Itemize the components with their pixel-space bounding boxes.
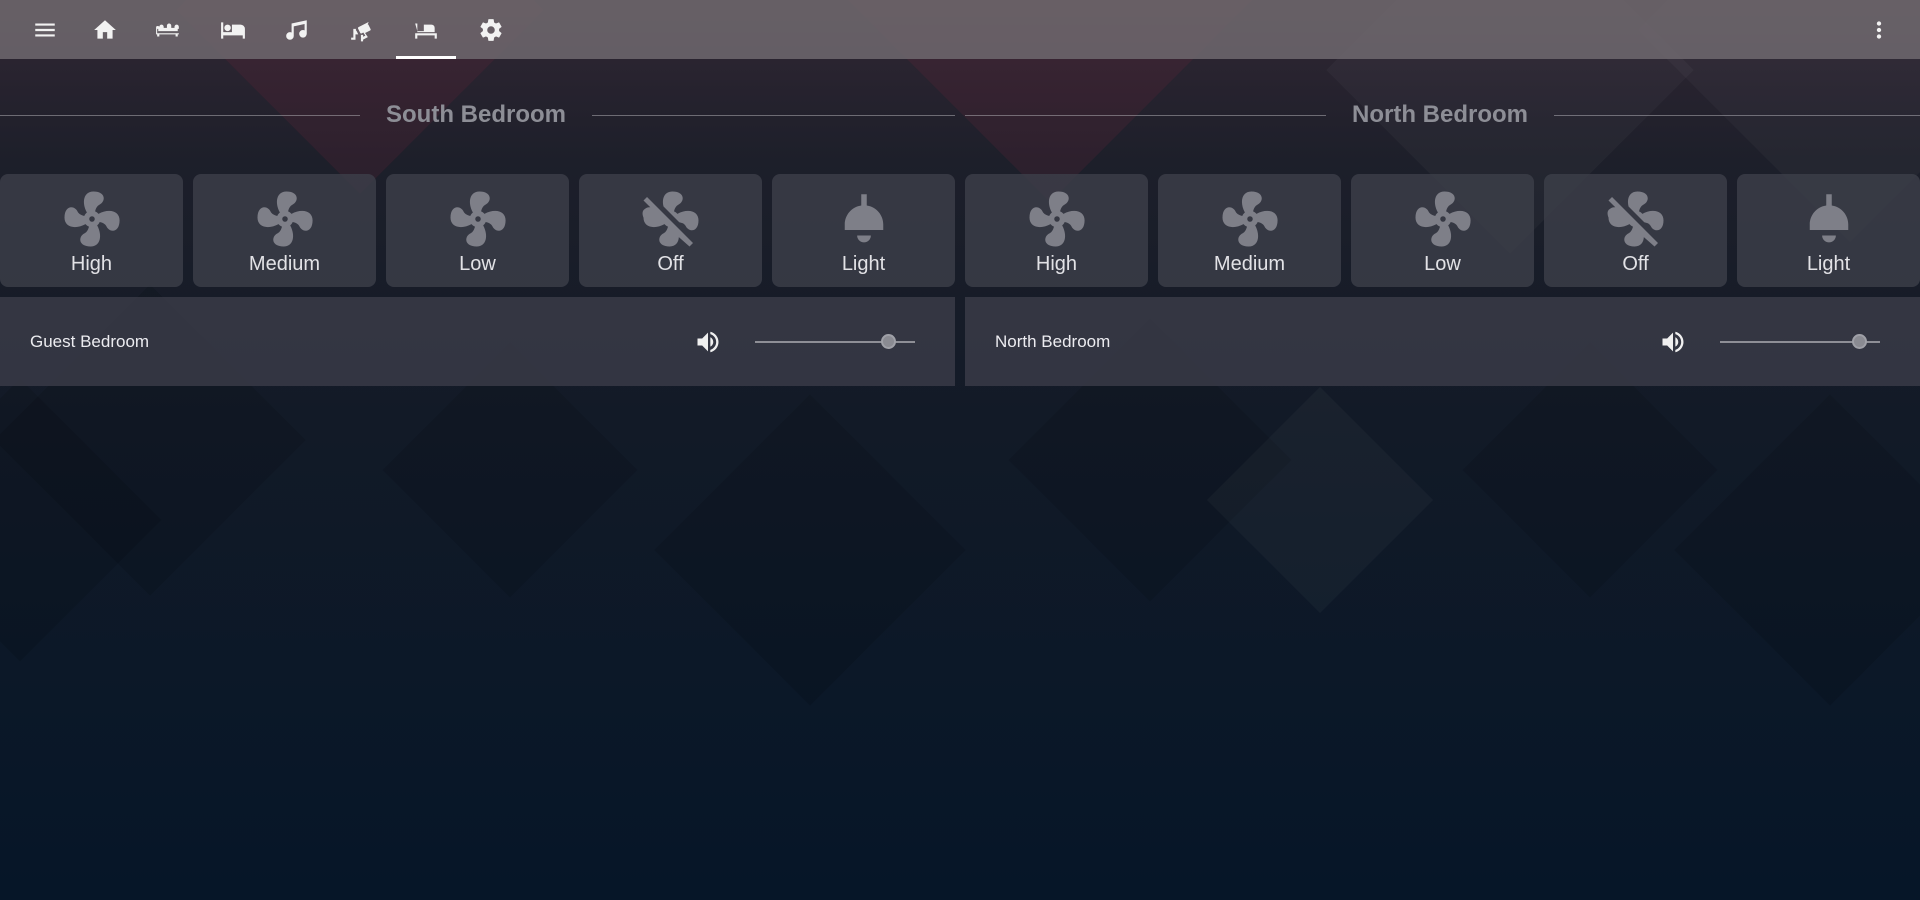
fan-off-button[interactable]: Off xyxy=(1544,174,1727,287)
fan-off-icon xyxy=(638,186,704,252)
menu-button[interactable] xyxy=(15,0,75,59)
home-icon xyxy=(94,19,116,39)
section-title: North Bedroom xyxy=(1352,101,1528,128)
tile-label: Low xyxy=(459,253,496,275)
fan-control-row: High Medium Low Off Light xyxy=(965,174,1920,287)
volume-icon xyxy=(1659,328,1687,356)
tile-label: Medium xyxy=(248,253,321,275)
fan-high-button[interactable]: High xyxy=(965,174,1148,287)
tab-living-room[interactable] xyxy=(138,0,198,59)
section-header: South Bedroom xyxy=(0,95,955,135)
fan-low-button[interactable]: Low xyxy=(1351,174,1534,287)
dots-vertical-icon xyxy=(1876,20,1882,39)
fan-medium-button[interactable]: Medium xyxy=(1158,174,1341,287)
fan-icon xyxy=(1410,186,1476,252)
light-button[interactable]: Light xyxy=(772,174,955,287)
south-bedroom-section: South Bedroom High Medium Low Off Light … xyxy=(0,59,955,389)
fan-off-icon xyxy=(1603,186,1669,252)
section-header: North Bedroom xyxy=(965,95,1920,135)
fan-low-button[interactable]: Low xyxy=(386,174,569,287)
ceiling-light-icon xyxy=(831,186,897,252)
fan-high-button[interactable]: High xyxy=(0,174,183,287)
tab-cameras[interactable] xyxy=(332,0,392,59)
fan-control-row: High Medium Low Off Light xyxy=(0,174,955,287)
divider-line xyxy=(1554,114,1920,116)
tile-label: Off xyxy=(1622,253,1649,275)
bed-icon xyxy=(221,21,245,39)
sofa-icon xyxy=(156,23,179,36)
light-button[interactable]: Light xyxy=(1737,174,1920,287)
fan-icon xyxy=(59,186,125,252)
tile-label: Low xyxy=(1424,253,1461,275)
volume-button[interactable] xyxy=(1659,328,1687,356)
more-options-button[interactable] xyxy=(1864,0,1894,59)
media-player-card: Guest Bedroom xyxy=(0,297,955,386)
volume-slider-thumb[interactable] xyxy=(1852,334,1868,349)
media-player-card: North Bedroom xyxy=(965,297,1920,386)
tile-label: Light xyxy=(1806,253,1851,275)
cctv-icon xyxy=(351,21,371,41)
divider-line xyxy=(592,114,955,116)
divider-line xyxy=(965,114,1326,116)
fan-icon xyxy=(445,186,511,252)
fan-off-button[interactable]: Off xyxy=(579,174,762,287)
music-icon xyxy=(286,19,307,40)
bed-empty-icon xyxy=(415,23,437,39)
tab-music[interactable] xyxy=(267,0,327,59)
section-title: South Bedroom xyxy=(386,101,566,128)
volume-icon xyxy=(694,328,722,356)
tab-bedrooms[interactable] xyxy=(396,0,456,59)
tab-settings[interactable] xyxy=(461,0,521,59)
top-toolbar xyxy=(0,0,1920,59)
tile-label: Light xyxy=(841,253,886,275)
divider-line xyxy=(0,114,360,116)
media-player-name: Guest Bedroom xyxy=(30,331,150,351)
tab-home[interactable] xyxy=(75,0,135,59)
tab-bedroom-1[interactable] xyxy=(203,0,263,59)
fan-medium-button[interactable]: Medium xyxy=(193,174,376,287)
ceiling-light-icon xyxy=(1796,186,1862,252)
tile-label: High xyxy=(70,253,113,275)
north-bedroom-section: North Bedroom High Medium Low Off Light … xyxy=(965,59,1920,389)
gear-icon xyxy=(480,18,502,41)
volume-button[interactable] xyxy=(694,328,722,356)
volume-slider-thumb[interactable] xyxy=(880,334,896,349)
media-player-name: North Bedroom xyxy=(995,331,1111,351)
tile-label: Medium xyxy=(1213,253,1286,275)
volume-slider[interactable] xyxy=(755,334,915,349)
fan-icon xyxy=(1024,186,1090,252)
fan-icon xyxy=(252,186,318,252)
hamburger-menu-icon xyxy=(35,23,55,36)
volume-slider[interactable] xyxy=(1720,334,1880,349)
tile-label: High xyxy=(1035,253,1078,275)
fan-icon xyxy=(1217,186,1283,252)
tile-label: Off xyxy=(657,253,684,275)
